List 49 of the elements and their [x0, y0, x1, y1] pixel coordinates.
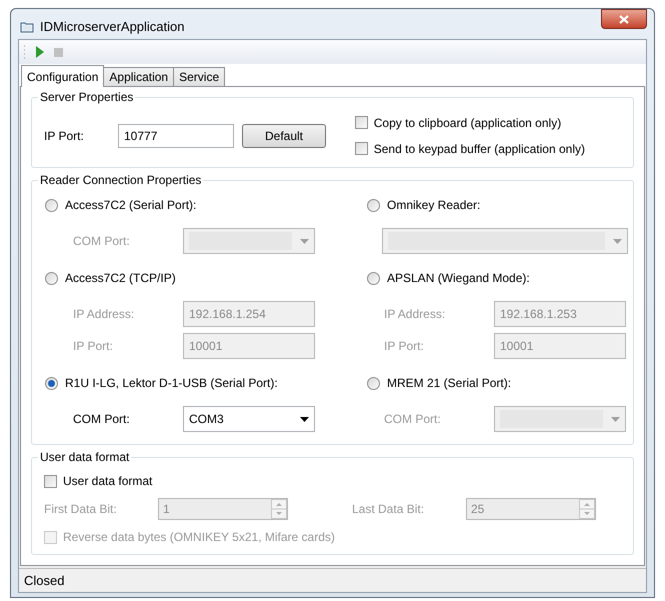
default-button[interactable]: Default	[242, 124, 326, 148]
dropdown-arrow-icon	[611, 416, 620, 422]
radio-button[interactable]	[45, 376, 58, 390]
folder-icon	[20, 20, 34, 33]
field-label: COM Port:	[73, 233, 131, 250]
radio-button[interactable]	[367, 198, 380, 212]
checkbox-label: Reverse data bytes (OMNIKEY 5x21, Mifare cards)	[63, 529, 335, 546]
spin-arrows-icon	[579, 499, 595, 519]
checkbox[interactable]	[354, 116, 368, 129]
field-label: IP Port:	[44, 128, 85, 144]
checkbox-label: Copy to clipboard (application only)	[374, 114, 562, 132]
radio-label: Access7C2 (TCP/IP)	[65, 270, 176, 287]
radio-button[interactable]	[367, 376, 380, 390]
window-title: IDMicroserverApplication	[40, 18, 184, 36]
radio-button[interactable]	[367, 272, 380, 284]
radio-label: MREM 21 (Serial Port):	[387, 375, 512, 392]
radio-label: Omnikey Reader:	[387, 197, 480, 214]
field-label: IP Port:	[384, 338, 425, 355]
field-label: COM Port:	[384, 411, 442, 428]
field-label: IP Address:	[73, 306, 136, 323]
checkbox[interactable]	[354, 142, 368, 155]
close-button[interactable]	[601, 9, 647, 29]
radio-label: Access7C2 (Serial Port):	[65, 197, 196, 214]
radio-button[interactable]	[45, 272, 58, 284]
checkbox-label: User data format	[63, 473, 152, 490]
group-title: Reader Connection Properties	[38, 172, 204, 188]
dropdown-arrow-icon	[613, 238, 622, 244]
text-field[interactable]: 10777	[118, 124, 234, 148]
spin-arrows-icon	[271, 499, 287, 519]
group-title: Server Properties	[38, 89, 136, 105]
dropdown-arrow-icon	[300, 238, 309, 244]
tab[interactable]: Application	[103, 67, 174, 86]
close-icon	[619, 14, 629, 24]
tab[interactable]: Configuration	[21, 65, 104, 87]
tab[interactable]: Service	[173, 67, 226, 86]
radio-label: APSLAN (Wiegand Mode):	[387, 270, 530, 287]
checkbox[interactable]	[44, 474, 57, 488]
field-label: First Data Bit:	[44, 501, 118, 518]
checkbox-label: Send to keypad buffer (application only)	[374, 140, 585, 158]
field-label: IP Address:	[384, 306, 446, 323]
radio-button[interactable]	[45, 198, 58, 212]
dropdown[interactable]: COM3	[183, 406, 315, 432]
radio-label: R1U I-LG, Lektor D-1-USB (Serial Port):	[65, 375, 278, 392]
status-text: Closed	[24, 572, 64, 590]
dropdown-arrow-icon	[300, 416, 309, 422]
play-icon[interactable]	[36, 46, 44, 58]
field-label: IP Port:	[73, 338, 114, 355]
field-label: Last Data Bit:	[352, 501, 426, 518]
field-label: COM Port:	[73, 411, 131, 428]
